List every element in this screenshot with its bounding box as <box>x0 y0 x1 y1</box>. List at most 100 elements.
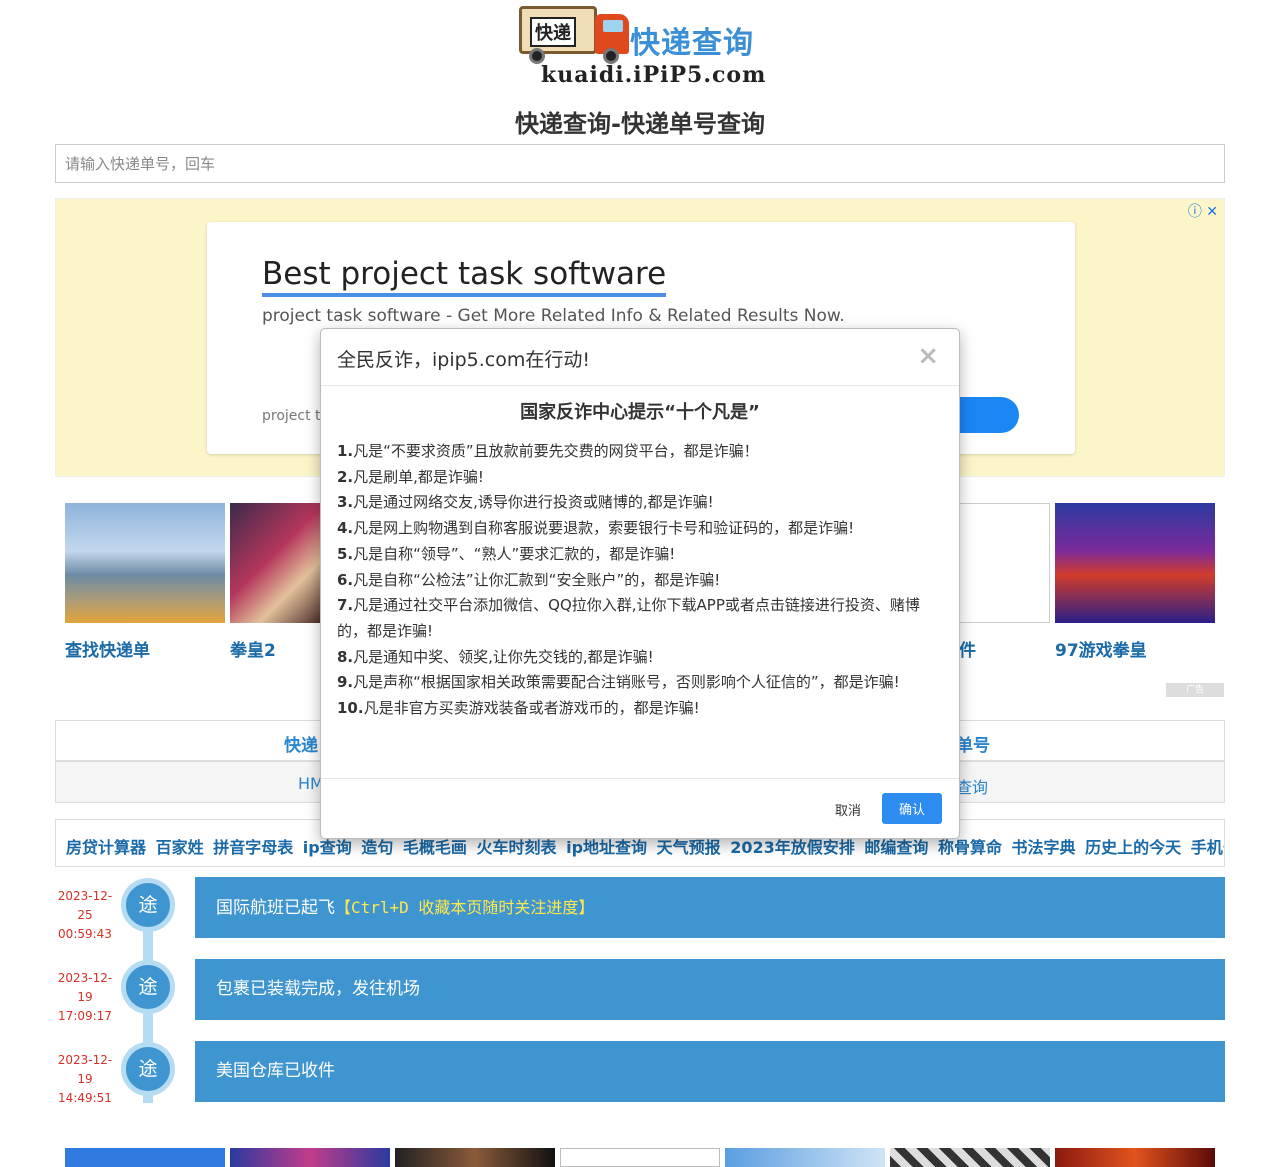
modal-heading: 国家反诈中心提示“十个凡是” <box>520 402 760 423</box>
item-number: 2. <box>337 467 354 486</box>
item-text: 凡是网上购物遇到自称客服说要退款，索要银行卡号和验证码的，都是诈骗! <box>353 519 855 538</box>
link-postcode[interactable]: 邮编查询 <box>864 838 928 857</box>
timeline-event: 美国仓库已收件 <box>195 1041 1225 1102</box>
item-number: 5. <box>337 544 354 563</box>
item-text: 凡是“不要求资质”且放款前要先交费的网贷平台，都是诈骗！ <box>353 442 759 460</box>
list-item: 7.凡是通过社交平台添加微信、QQ拉你入群,让你下载APP或者点击链接进行投资、… <box>337 593 943 644</box>
timeline-date: 2023-12-25 00:59:43 <box>52 887 118 944</box>
item-text: 凡是通过社交平台添加微信、QQ拉你入群,让你下载APP或者点击链接进行投资、赌博… <box>337 596 920 640</box>
thumb-item[interactable]: 件 <box>959 503 1050 661</box>
item-number: 6. <box>337 570 354 589</box>
list-item: 9.凡是声称“根据国家相关政策需要配合注销账号，否则影响个人征信的”，都是诈骗! <box>337 670 943 696</box>
item-number: 4. <box>337 519 354 538</box>
link-holidays[interactable]: 2023年放假安排 <box>730 838 855 857</box>
bottom-thumb[interactable] <box>65 1148 225 1167</box>
thumb-caption[interactable]: 查找快递单 <box>65 636 225 661</box>
item-text: 凡是自称“领导”、“熟人”要求汇款的，都是诈骗! <box>353 544 676 563</box>
cancel-button[interactable]: 取消 <box>822 794 873 825</box>
thumb-caption[interactable]: 97游戏拳皇 <box>1055 636 1215 661</box>
bottom-thumb[interactable] <box>395 1148 555 1167</box>
list-item: 2.凡是刷单,都是诈骗! <box>337 465 943 491</box>
list-item: 5.凡是自称“领导”、“熟人”要求汇款的，都是诈骗! <box>337 542 943 568</box>
site-logo[interactable]: 快递 快递查询 kuaidi.iPiP5.com <box>519 4 765 92</box>
link-history-today[interactable]: 历史上的今天 <box>1085 838 1181 857</box>
timeline-event: 包裹已装载完成，发往机场 <box>195 959 1225 1020</box>
truck-icon: 快递 <box>519 6 597 54</box>
thumb-caption[interactable]: 件 <box>959 636 1050 661</box>
bottom-thumb[interactable] <box>890 1148 1050 1167</box>
thumb-item[interactable]: 拳皇2 <box>230 503 322 661</box>
item-text: 凡是通过网络交友,诱导你进行投资或赌博的,都是诈骗! <box>353 493 714 512</box>
bottom-thumb[interactable] <box>1055 1148 1215 1167</box>
link-weather[interactable]: 天气预报 <box>657 838 721 857</box>
timeline-event-text: 包裹已装载完成，发往机场 <box>216 979 420 999</box>
item-number: 1. <box>337 442 354 460</box>
item-number: 3. <box>337 493 354 512</box>
timeline-event-text: 美国仓库已收件 <box>216 1061 335 1081</box>
modal-body: 国家反诈中心提示“十个凡是” 1.凡是“不要求资质”且放款前要先交费的网贷平台，… <box>321 398 959 722</box>
link-maogai[interactable]: 毛概毛画 <box>403 838 467 857</box>
bottom-thumb[interactable] <box>560 1148 720 1167</box>
timeline-date: 2023-12-19 17:09:17 <box>52 969 118 1026</box>
timeline-date-day: 2023-12-19 <box>57 971 113 1004</box>
thumb-item[interactable]: 查找快递单 <box>65 503 225 661</box>
bottom-thumb[interactable] <box>725 1148 885 1167</box>
list-item: 10.凡是非官方买卖游戏装备或者游戏币的，都是诈骗! <box>337 696 943 722</box>
timeline-date-time: 17:09:17 <box>58 1009 112 1023</box>
bottom-thumb[interactable] <box>230 1148 390 1167</box>
timeline-event-text: 国际航班已起飞 <box>216 898 335 918</box>
thumb-caption[interactable]: 拳皇2 <box>230 636 322 661</box>
item-number: 9. <box>337 673 354 692</box>
transit-icon: 途 <box>121 878 175 932</box>
transit-icon: 途 <box>121 960 175 1014</box>
link-ip-address[interactable]: ip地址查询 <box>566 838 647 857</box>
timeline-date-time: 00:59:43 <box>58 927 112 941</box>
item-text: 凡是自称“公检法”让你汇款到“安全账户”的，都是诈骗! <box>353 570 721 589</box>
list-item: 1.凡是“不要求资质”且放款前要先交费的网贷平台，都是诈骗！ <box>337 439 943 465</box>
logo-brand: 快递查询 <box>630 26 754 61</box>
thumb-image[interactable] <box>959 503 1050 623</box>
thumb-item[interactable]: 97游戏拳皇 <box>1055 503 1215 661</box>
modal-title: 全民反诈，ipip5.com在行动! <box>337 349 591 371</box>
nav-link[interactable]: 单号 <box>956 731 990 756</box>
ad-description: project task software - Get More Related… <box>262 306 845 326</box>
ad-info-close-icon[interactable]: ⓘ ✕ <box>1188 201 1218 221</box>
link-sentence[interactable]: 造句 <box>361 838 393 857</box>
list-item: 4.凡是网上购物遇到自称客服说要退款，索要银行卡号和验证码的，都是诈骗! <box>337 516 943 542</box>
transit-icon: 途 <box>121 1042 175 1096</box>
timeline-event: 国际航班已起飞【Ctrl+D 收藏本页随时关注进度】 <box>195 877 1225 938</box>
item-number: 7. <box>337 596 354 615</box>
link-pinyin-table[interactable]: 拼音字母表 <box>213 838 293 857</box>
link-ip-lookup[interactable]: ip查询 <box>303 838 352 857</box>
thumb-image[interactable] <box>65 503 225 623</box>
nav-link[interactable]: 快递 <box>284 731 318 756</box>
ad-badge[interactable]: 广告 <box>1166 683 1224 697</box>
anti-fraud-modal: 全民反诈，ipip5.com在行动! × 国家反诈中心提示“十个凡是” 1.凡是… <box>320 328 960 839</box>
link-mortgage-calculator[interactable]: 房贷计算器 <box>66 838 146 857</box>
item-text: 凡是非官方买卖游戏装备或者游戏币的，都是诈骗! <box>363 699 700 718</box>
list-item: 8.凡是通知中奖、领奖,让你先交钱的,都是诈骗! <box>337 645 943 671</box>
item-text: 凡是刷单,都是诈骗! <box>353 467 484 486</box>
thumb-image[interactable] <box>1055 503 1215 623</box>
timeline-date: 2023-12-19 14:49:51 <box>52 1051 118 1108</box>
confirm-button[interactable]: 确认 <box>882 793 942 824</box>
modal-header: 全民反诈，ipip5.com在行动! × <box>321 329 959 386</box>
link-train-timetable[interactable]: 火车时刻表 <box>477 838 557 857</box>
nav-link[interactable]: 查询 <box>956 774 988 798</box>
ad-headline[interactable]: Best project task software <box>262 255 667 297</box>
link-phone-luck[interactable]: 手机号码吉凶 <box>1191 838 1224 857</box>
list-item: 6.凡是自称“公检法”让你汇款到“安全账户”的，都是诈骗! <box>337 568 943 594</box>
item-number: 8. <box>337 647 354 666</box>
link-fortune[interactable]: 称骨算命 <box>938 838 1002 857</box>
fraud-tips-list: 1.凡是“不要求资质”且放款前要先交费的网贷平台，都是诈骗！ 2.凡是刷单,都是… <box>337 439 943 722</box>
item-number: 10. <box>337 699 364 718</box>
timeline-date-day: 2023-12-25 <box>57 889 113 922</box>
close-icon[interactable]: × <box>917 341 939 371</box>
link-surnames[interactable]: 百家姓 <box>156 838 204 857</box>
tracking-number-input[interactable] <box>55 144 1225 183</box>
bookmark-hint: 【Ctrl+D 收藏本页随时关注进度】 <box>335 898 595 917</box>
modal-footer: 取消 确认 <box>321 778 959 838</box>
link-calligraphy[interactable]: 书法字典 <box>1012 838 1076 857</box>
item-text: 凡是通知中奖、领奖,让你先交钱的,都是诈骗! <box>353 647 654 666</box>
thumb-image[interactable] <box>230 503 322 623</box>
